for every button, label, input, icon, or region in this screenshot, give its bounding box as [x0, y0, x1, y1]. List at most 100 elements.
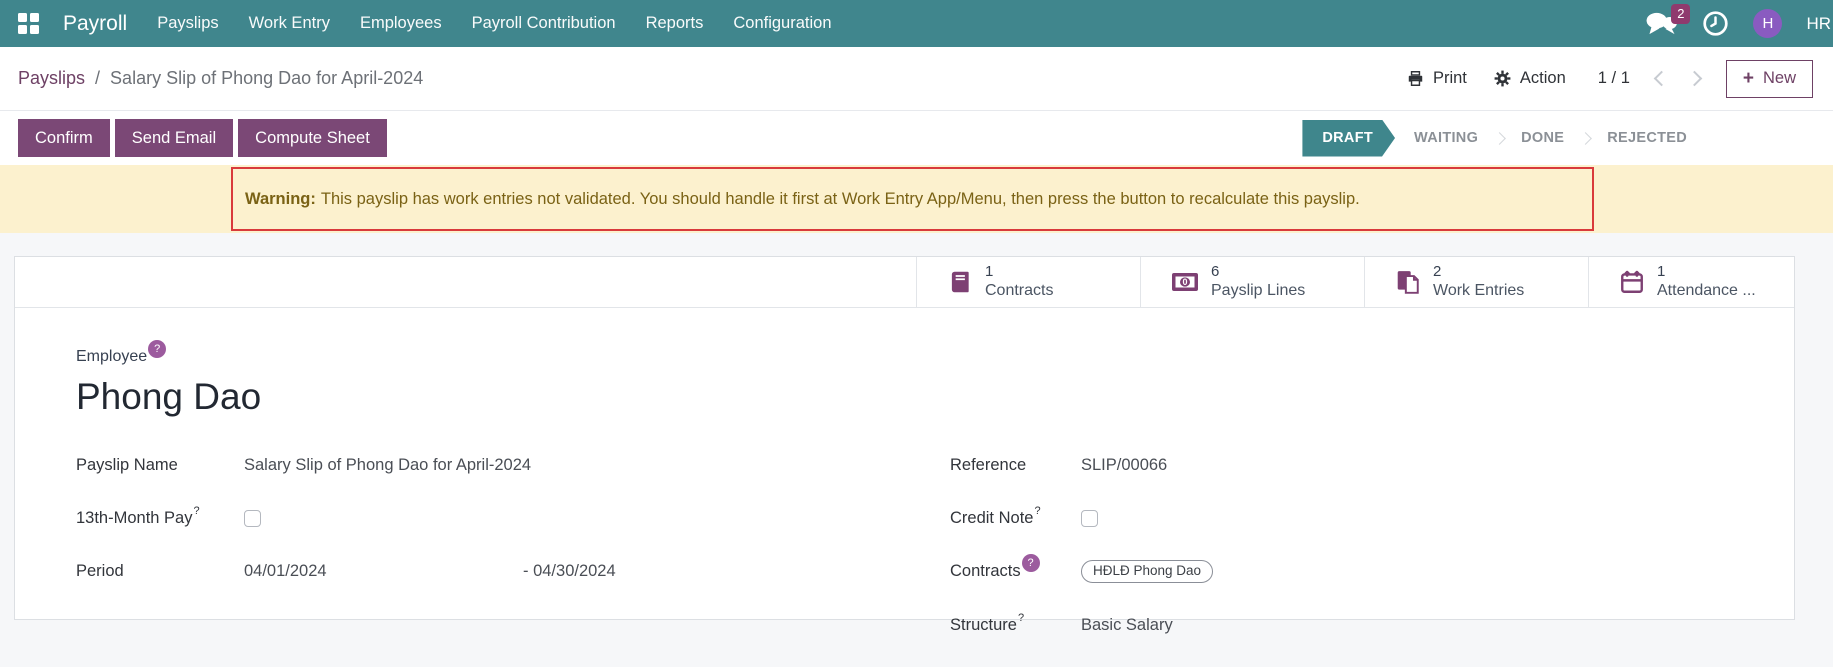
- credit-note-checkbox[interactable]: [1081, 510, 1098, 527]
- form-columns: Payslip Name Salary Slip of Phong Dao fo…: [76, 454, 1794, 667]
- control-panel: Payslips / Salary Slip of Phong Dao for …: [0, 47, 1833, 111]
- field-payslip-name: Payslip Name Salary Slip of Phong Dao fo…: [76, 454, 950, 476]
- contracts-label: Contracts?: [950, 562, 1081, 581]
- warning-highlight-box: Warning: This payslip has work entries n…: [231, 167, 1594, 231]
- copy-pages-icon: [1395, 269, 1421, 295]
- warning-message: This payslip has work entries not valida…: [321, 190, 1360, 209]
- status-waiting[interactable]: WAITING: [1401, 130, 1491, 146]
- action-button[interactable]: Action: [1493, 69, 1566, 88]
- stat-text: 1 Attendance ...: [1657, 262, 1756, 302]
- status-separator-icon: [1493, 132, 1506, 145]
- calendar-icon: [1619, 269, 1645, 295]
- status-separator-icon: [1579, 132, 1592, 145]
- user-name[interactable]: HR: [1806, 14, 1831, 34]
- send-email-button[interactable]: Send Email: [115, 119, 233, 157]
- employee-field-label: Employee ?: [76, 348, 1794, 366]
- stat-buttons-row: 1 Contracts 0 6 Payslip Lines: [15, 257, 1794, 308]
- field-reference: Reference SLIP/00066: [950, 454, 1794, 476]
- statusbar: DRAFT WAITING DONE REJECTED: [1302, 120, 1700, 157]
- employee-label-text: Employee: [76, 348, 147, 366]
- compute-sheet-button[interactable]: Compute Sheet: [238, 119, 387, 157]
- contract-tag[interactable]: HĐLĐ Phong Dao: [1081, 560, 1213, 583]
- messages-button[interactable]: 2: [1645, 11, 1678, 37]
- stat-count: 1: [985, 262, 1053, 282]
- stat-count: 6: [1211, 262, 1305, 282]
- thirteenth-month-pay-label: 13th-Month Pay?: [76, 509, 244, 528]
- svg-text:0: 0: [1182, 277, 1187, 287]
- stat-text: 2 Work Entries: [1433, 262, 1524, 302]
- form-column-left: Payslip Name Salary Slip of Phong Dao fo…: [76, 454, 950, 667]
- avatar[interactable]: H: [1753, 9, 1782, 38]
- stat-label: Work Entries: [1433, 281, 1524, 302]
- print-button[interactable]: Print: [1406, 69, 1467, 88]
- help-question-badge[interactable]: ?: [1022, 554, 1040, 572]
- field-structure: Structure? Basic Salary: [950, 614, 1794, 636]
- form-sheet: 1 Contracts 0 6 Payslip Lines: [14, 256, 1795, 620]
- navbar-right: 2 H HR: [1645, 9, 1833, 38]
- stat-button-work-entries[interactable]: 2 Work Entries: [1364, 257, 1588, 307]
- thirteenth-month-pay-checkbox[interactable]: [244, 510, 261, 527]
- breadcrumb-payslips-link[interactable]: Payslips: [18, 68, 85, 89]
- warning-banner: Warning: This payslip has work entries n…: [0, 165, 1833, 233]
- menu-payslips[interactable]: Payslips: [157, 14, 218, 33]
- top-navbar: Payroll Payslips Work Entry Employees Pa…: [0, 0, 1833, 47]
- stat-text: 1 Contracts: [985, 262, 1053, 302]
- credit-note-label: Credit Note?: [950, 509, 1081, 528]
- pager-next-button[interactable]: [1687, 71, 1703, 87]
- reference-label: Reference: [950, 456, 1081, 475]
- action-row: Confirm Send Email Compute Sheet DRAFT W…: [0, 111, 1833, 165]
- structure-value[interactable]: Basic Salary: [1081, 616, 1173, 635]
- printer-icon: [1406, 69, 1425, 88]
- period-label: Period: [76, 562, 244, 581]
- field-13th-month-pay: 13th-Month Pay?: [76, 507, 950, 529]
- breadcrumb-separator: /: [95, 68, 100, 89]
- period-end-value[interactable]: - 04/30/2024: [523, 562, 616, 581]
- help-superscript: ?: [193, 505, 199, 517]
- stat-button-payslip-lines[interactable]: 0 6 Payslip Lines: [1140, 257, 1364, 307]
- employee-name[interactable]: Phong Dao: [76, 376, 1794, 418]
- period-start-value[interactable]: 04/01/2024: [244, 562, 523, 581]
- main-content: 1 Contracts 0 6 Payslip Lines: [0, 233, 1833, 620]
- stat-text: 6 Payslip Lines: [1211, 262, 1305, 302]
- stat-label: Payslip Lines: [1211, 281, 1305, 302]
- menu-work-entry[interactable]: Work Entry: [249, 14, 330, 33]
- workflow-buttons: Confirm Send Email Compute Sheet: [18, 119, 387, 157]
- messages-count-badge: 2: [1671, 4, 1690, 24]
- banknote-icon: 0: [1171, 272, 1199, 292]
- menu-employees[interactable]: Employees: [360, 14, 442, 33]
- breadcrumb-current: Salary Slip of Phong Dao for April-2024: [110, 68, 423, 89]
- help-question-badge[interactable]: ?: [148, 340, 166, 358]
- stat-button-attendance[interactable]: 1 Attendance ...: [1588, 257, 1794, 307]
- status-draft[interactable]: DRAFT: [1302, 120, 1395, 157]
- warning-prefix: Warning:: [245, 190, 316, 209]
- app-name[interactable]: Payroll: [63, 12, 127, 36]
- plus-icon: +: [1743, 69, 1754, 88]
- breadcrumb: Payslips / Salary Slip of Phong Dao for …: [18, 68, 423, 89]
- stat-label: Contracts: [985, 281, 1053, 302]
- form-column-right: Reference SLIP/00066 Credit Note? Contra…: [950, 454, 1794, 667]
- navbar-left: Payroll Payslips Work Entry Employees Pa…: [18, 12, 832, 36]
- stat-count: 2: [1433, 262, 1524, 282]
- help-superscript: ?: [1034, 505, 1040, 517]
- stat-count: 1: [1657, 262, 1756, 282]
- status-rejected[interactable]: REJECTED: [1594, 130, 1700, 146]
- new-button[interactable]: + New: [1726, 60, 1813, 98]
- control-panel-right: Print Action 1 / 1 + New: [1406, 60, 1813, 98]
- status-done[interactable]: DONE: [1508, 130, 1577, 146]
- menu-reports[interactable]: Reports: [646, 14, 704, 33]
- payslip-name-label: Payslip Name: [76, 456, 244, 475]
- menu-configuration[interactable]: Configuration: [733, 14, 831, 33]
- pager: 1 / 1: [1598, 69, 1630, 88]
- field-period: Period 04/01/2024 - 04/30/2024: [76, 560, 950, 582]
- stat-button-contracts[interactable]: 1 Contracts: [916, 257, 1140, 307]
- apps-grid-icon[interactable]: [18, 13, 39, 34]
- reference-value[interactable]: SLIP/00066: [1081, 456, 1167, 475]
- new-label: New: [1763, 69, 1796, 88]
- field-credit-note: Credit Note?: [950, 507, 1794, 529]
- structure-label: Structure?: [950, 616, 1081, 635]
- payslip-name-value[interactable]: Salary Slip of Phong Dao for April-2024: [244, 456, 531, 475]
- activity-clock-icon[interactable]: [1702, 10, 1729, 37]
- pager-previous-button[interactable]: [1654, 71, 1670, 87]
- menu-payroll-contribution[interactable]: Payroll Contribution: [472, 14, 616, 33]
- confirm-button[interactable]: Confirm: [18, 119, 110, 157]
